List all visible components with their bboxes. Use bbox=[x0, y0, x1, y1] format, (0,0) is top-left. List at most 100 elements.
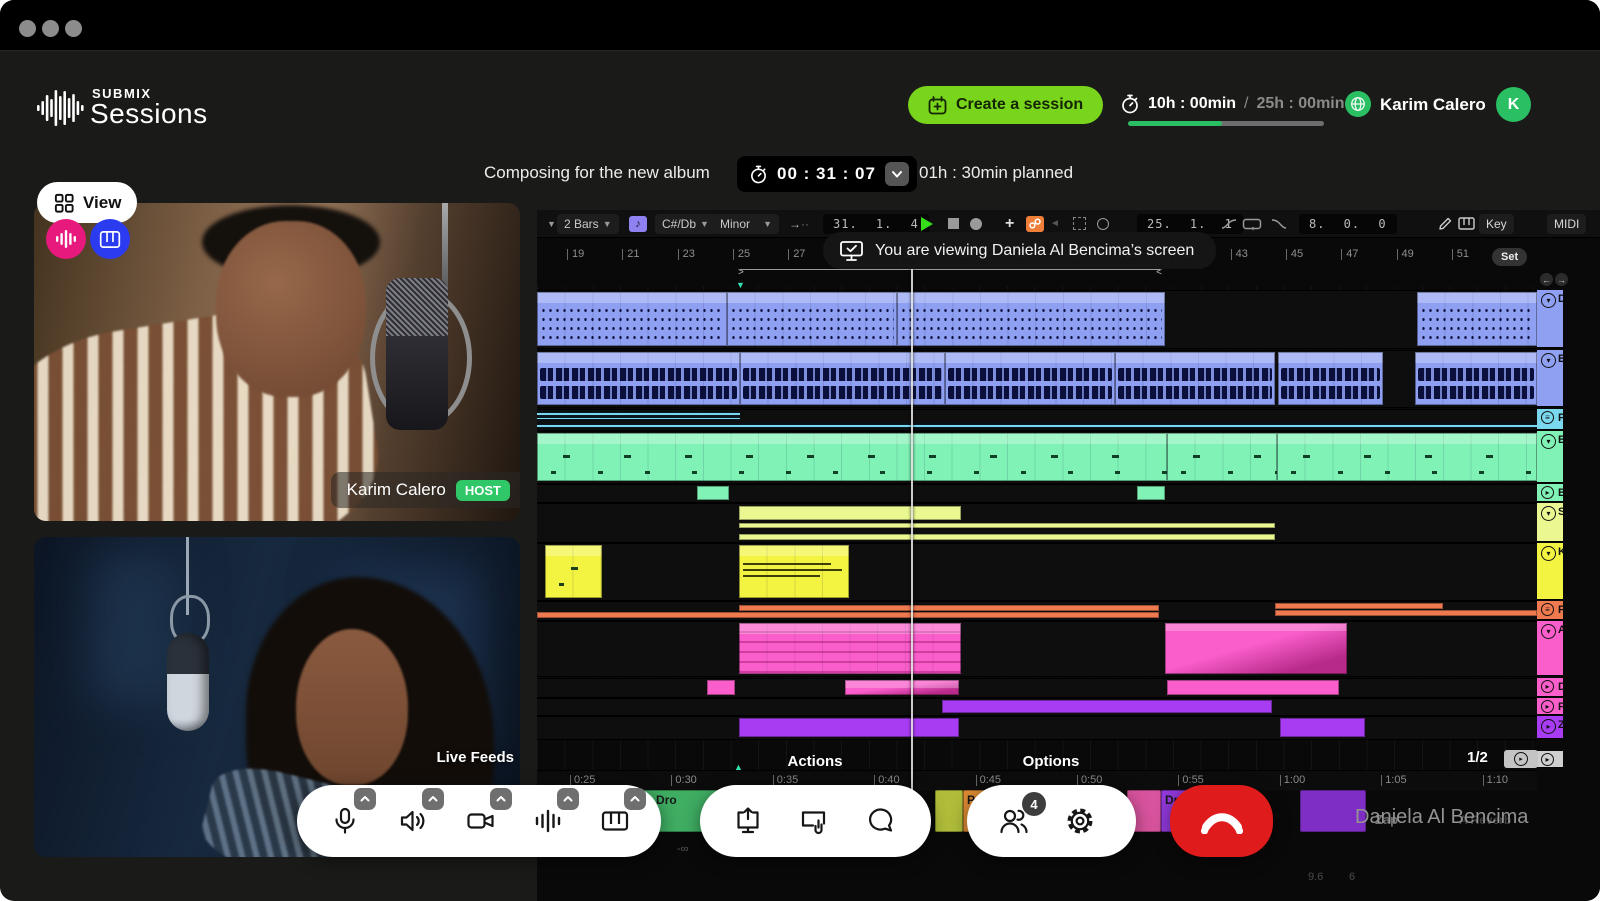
bar-ruler-label: 27 bbox=[788, 249, 805, 260]
video2-face bbox=[296, 629, 408, 785]
daw-track-header: ▸ bbox=[1537, 751, 1563, 768]
speaker-options-chevron[interactable] bbox=[422, 788, 444, 810]
hang-up-button[interactable] bbox=[1170, 785, 1273, 857]
daw-clip bbox=[739, 523, 1275, 528]
create-session-button[interactable]: Create a session bbox=[908, 86, 1103, 124]
chevron-down-icon bbox=[890, 167, 904, 181]
daw-track-lane bbox=[537, 621, 1537, 677]
view-button[interactable]: View bbox=[37, 182, 137, 223]
daw-track-lane bbox=[537, 484, 1537, 503]
bar-ruler-label: 21 bbox=[622, 249, 639, 260]
daw-track-lane bbox=[537, 503, 1537, 543]
quota-progress-fill bbox=[1128, 121, 1222, 126]
live-feeds-label: Live Feeds bbox=[436, 749, 514, 766]
audio-stream-button[interactable] bbox=[533, 806, 563, 836]
actions-pill bbox=[700, 785, 931, 857]
daw-clip bbox=[537, 411, 740, 421]
daw-track-header-icon: ≡ bbox=[1541, 603, 1554, 616]
daw-track-name: P bbox=[1558, 604, 1563, 616]
video1-face bbox=[216, 221, 366, 397]
participant-name: Karim Calero bbox=[347, 480, 446, 500]
speaker-button[interactable] bbox=[398, 806, 428, 836]
camera-options-chevron[interactable] bbox=[490, 788, 512, 810]
daw-track-lane bbox=[537, 290, 1537, 349]
daw-track-header-icon: ▾ bbox=[1541, 506, 1556, 521]
daw-clip bbox=[739, 506, 961, 520]
microphone-button[interactable] bbox=[330, 806, 360, 836]
daw-device-label: -∞ bbox=[677, 843, 689, 855]
daw-clip bbox=[727, 292, 897, 346]
host-badge: HOST bbox=[456, 480, 510, 501]
camera-button[interactable] bbox=[466, 806, 496, 836]
video1-mic-grille bbox=[386, 278, 448, 336]
chat-button[interactable] bbox=[865, 806, 895, 836]
time-ruler-label: 1:10 bbox=[1483, 775, 1508, 786]
video2-mic-capsule bbox=[167, 633, 209, 731]
time-used: 10h : 00min bbox=[1148, 95, 1236, 113]
daw-track-header: ▾B bbox=[1537, 431, 1563, 483]
daw-clip bbox=[537, 612, 1159, 618]
phone-hangup-icon bbox=[1199, 808, 1245, 834]
daw-track-header: ▾K bbox=[1537, 543, 1563, 600]
elapsed-time: 00 : 31 : 07 bbox=[777, 164, 876, 184]
planned-duration: 01h : 30min planned bbox=[919, 163, 1073, 183]
daw-track-name: B bbox=[1558, 487, 1563, 499]
daw-follow-chip: ▸ bbox=[1504, 750, 1538, 768]
monitor-check-icon bbox=[839, 240, 864, 262]
settings-button[interactable] bbox=[1065, 806, 1095, 836]
user-avatar[interactable]: K bbox=[1496, 87, 1531, 122]
daw-clip bbox=[1115, 352, 1275, 405]
daw-clip bbox=[945, 352, 1115, 405]
timer-expand-button[interactable] bbox=[885, 162, 909, 186]
viewing-notification: You are viewing Daniela Al Bencima’s scr… bbox=[823, 232, 1216, 269]
daw-clip bbox=[1165, 623, 1347, 674]
daw-clip bbox=[845, 680, 959, 695]
microphone-options-chevron[interactable] bbox=[354, 788, 376, 810]
audio-stream-badge[interactable] bbox=[46, 219, 86, 259]
window-zoom-button[interactable] bbox=[65, 20, 82, 37]
daw-track-name: B bbox=[1558, 434, 1563, 446]
daw-clip bbox=[1417, 292, 1537, 346]
midi-keyboard-button[interactable] bbox=[600, 806, 630, 836]
daw-clip bbox=[537, 292, 727, 346]
midi-options-chevron[interactable] bbox=[624, 788, 646, 810]
daw-clip bbox=[740, 352, 945, 405]
options-label: Options bbox=[1023, 753, 1080, 770]
daw-track-name: S bbox=[1558, 506, 1563, 518]
bar-ruler-label: 47 bbox=[1341, 249, 1358, 260]
daw-track-lane bbox=[537, 601, 1537, 621]
daw-track-name: F bbox=[1558, 701, 1563, 713]
daw-track-header-icon: ≡ bbox=[1541, 411, 1554, 424]
daw-track-header-icon: ▾ bbox=[1541, 353, 1556, 368]
remote-control-button[interactable] bbox=[799, 806, 829, 836]
video2-window-glow bbox=[89, 552, 179, 702]
daw-track-header-icon: ▸ bbox=[1541, 680, 1554, 693]
bar-ruler-label: 25 bbox=[733, 249, 750, 260]
daw-clip bbox=[1278, 352, 1383, 405]
daw-track-lane bbox=[537, 350, 1537, 408]
daw-clip bbox=[739, 718, 959, 737]
daw-clip bbox=[707, 680, 735, 695]
bar-ruler-label: 19 bbox=[567, 249, 584, 260]
options-pill: 4 bbox=[967, 785, 1136, 857]
bar-ruler-label: 43 bbox=[1231, 249, 1248, 260]
daw-track-header: ▾S bbox=[1537, 503, 1563, 542]
daw-device-label: 6 bbox=[1349, 871, 1355, 883]
daw-track-header: ▾A bbox=[1537, 621, 1563, 676]
audio-stream-options-chevron[interactable] bbox=[557, 788, 579, 810]
globe-icon bbox=[1345, 91, 1371, 117]
window-close-button[interactable] bbox=[19, 20, 36, 37]
brand-product: Sessions bbox=[90, 98, 208, 130]
share-screen-button[interactable] bbox=[733, 806, 763, 836]
waveform-icon bbox=[56, 230, 76, 248]
daw-track-header: ▸F bbox=[1537, 698, 1563, 715]
window-minimize-button[interactable] bbox=[42, 20, 59, 37]
daw-track-header-icon: ▾ bbox=[1541, 434, 1556, 449]
daw-clip bbox=[697, 486, 729, 500]
time-ruler-label: 1:00 bbox=[1280, 775, 1305, 786]
daw-track-name: Z bbox=[1558, 719, 1563, 731]
midi-keys-badge[interactable] bbox=[90, 219, 130, 259]
daw-track-lane bbox=[537, 409, 1537, 431]
daw-track-name: D bbox=[1558, 681, 1563, 693]
daw-scene-clip bbox=[935, 790, 963, 832]
